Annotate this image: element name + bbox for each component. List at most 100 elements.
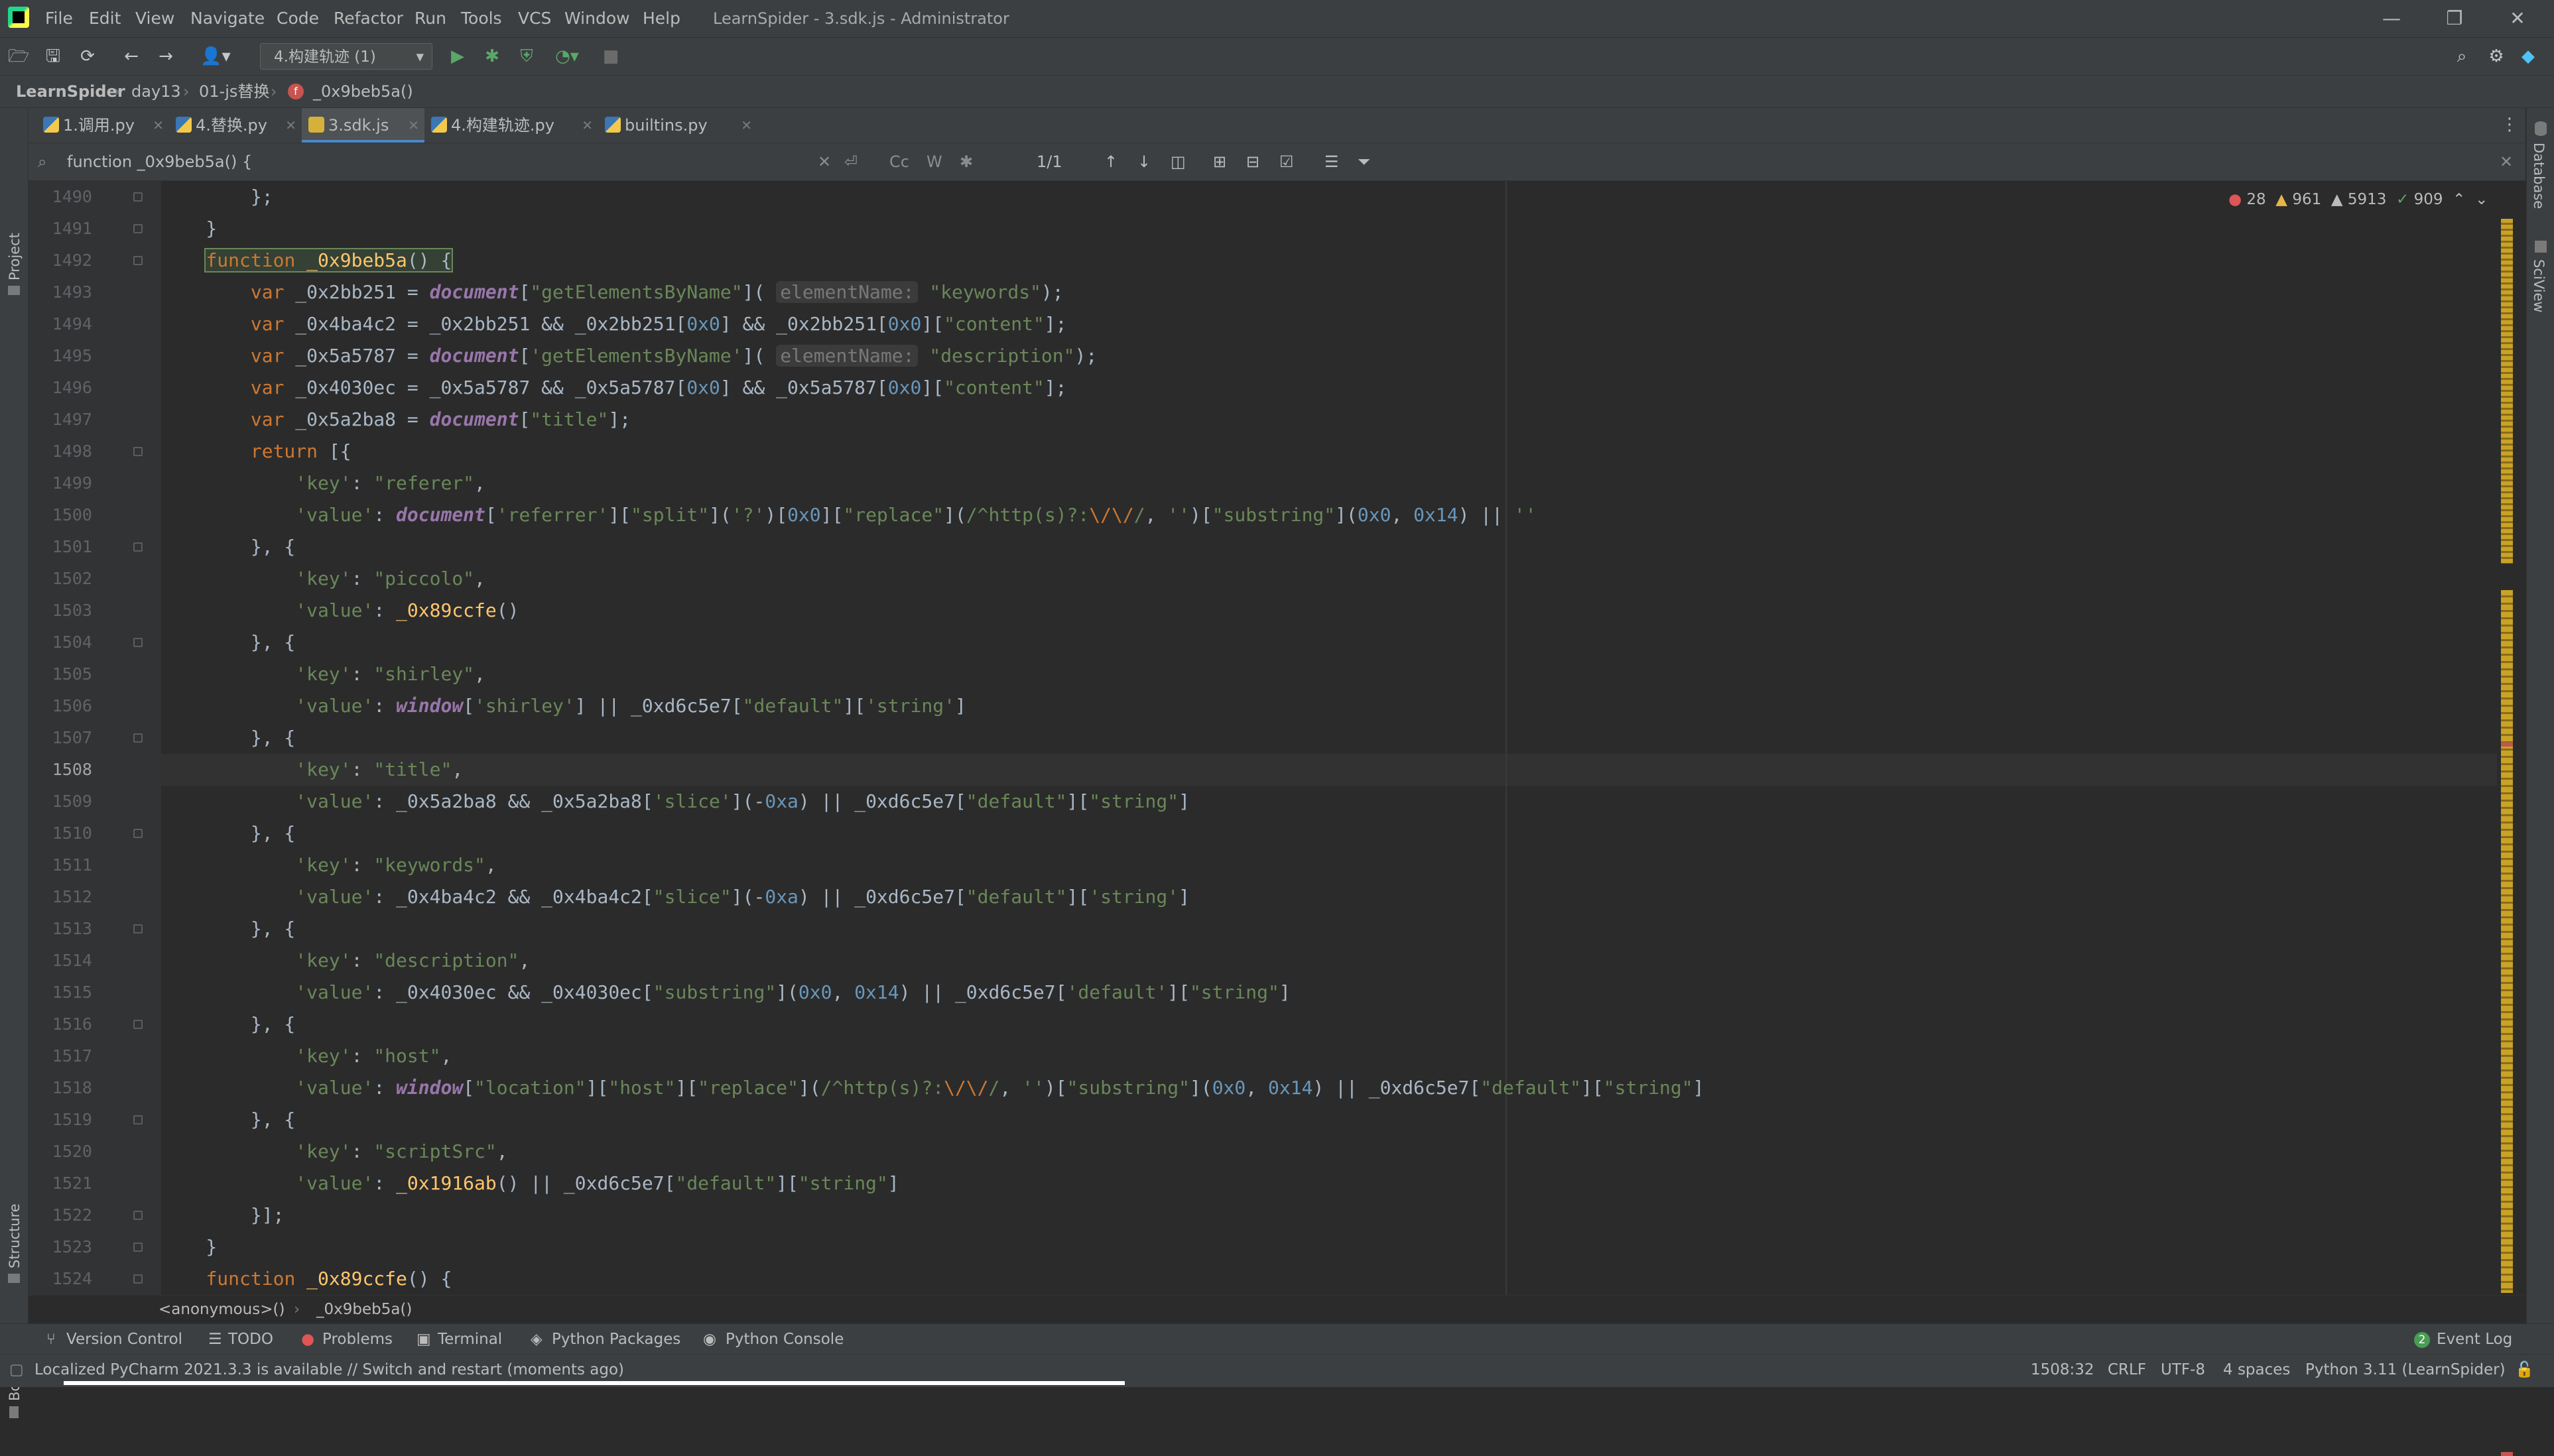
breadcrumb-function[interactable]: _0x9beb5a() [313,76,413,107]
new-line-icon[interactable]: ⏎ [844,151,858,172]
close-tab-icon[interactable]: ✕ [153,108,164,143]
save-all-icon[interactable]: 🖫 [42,46,64,67]
back-icon[interactable]: ← [121,46,142,67]
run-icon[interactable]: ▶ [447,46,468,67]
terminal-button[interactable]: Terminal [438,1324,502,1355]
tab-4-tihuan-py[interactable]: 4.替换.py ✕ [169,108,302,143]
close-button[interactable]: ✕ [2488,0,2547,37]
coverage-icon[interactable]: ⛨ [516,46,537,67]
fold-marker-icon[interactable] [133,1211,143,1220]
fold-marker-icon[interactable] [133,192,143,202]
fold-marker-icon[interactable] [133,256,143,265]
indent-setting[interactable]: 4 spaces [2223,1355,2290,1385]
stop-icon[interactable]: ■ [600,46,621,67]
fold-marker-icon[interactable] [133,447,143,456]
fold-marker-icon[interactable] [133,638,143,647]
forward-icon[interactable]: → [155,46,176,67]
todo-button[interactable]: TODO [228,1324,273,1355]
find-options-icon[interactable]: ☰ [1324,151,1339,172]
close-tab-icon[interactable]: ✕ [408,108,419,143]
code-editor[interactable]: }; } function _0x9beb5a() { var _0x2bb25… [161,181,2497,1295]
structure-tool-button[interactable]: Structure [7,1203,23,1268]
file-encoding[interactable]: UTF-8 [2161,1355,2205,1385]
problems-button[interactable]: Problems [322,1324,393,1355]
line-separator[interactable]: CRLF [2108,1355,2146,1385]
settings-gear-icon[interactable]: ⚙ [2486,46,2507,67]
menu-vcs[interactable]: VCS [518,0,551,37]
fold-marker-icon[interactable] [133,829,143,838]
python-interpreter[interactable]: Python 3.11 (LearnSpider) [2305,1355,2506,1385]
menu-window[interactable]: Window [564,0,630,37]
next-highlight-icon[interactable]: ⌄ [2475,191,2488,208]
tab-actions-menu-icon[interactable]: ⋮ [2501,115,2518,135]
python-packages-button[interactable]: Python Packages [552,1324,680,1355]
crumb-function[interactable]: _0x9beb5a() [316,1296,412,1323]
menu-help[interactable]: Help [643,0,680,37]
previous-occurrence-icon[interactable]: ↑ [1104,151,1117,172]
breadcrumb-folder[interactable]: 01-js替换 [199,76,269,107]
breadcrumb-project[interactable]: LearnSpider [16,76,125,107]
close-find-bar-icon[interactable]: ✕ [2500,151,2513,172]
project-tool-button[interactable]: Project [7,233,23,280]
clear-search-icon[interactable]: ✕ [818,151,831,172]
database-tool-button[interactable]: Database [2531,143,2547,209]
event-log-button[interactable]: Event Log [2437,1324,2512,1355]
fold-marker-icon[interactable] [133,1243,143,1252]
next-occurrence-icon[interactable]: ↓ [1137,151,1151,172]
fold-marker-icon[interactable] [133,1274,143,1284]
error-stripe-scrollbar[interactable] [2497,219,2517,1456]
menu-edit[interactable]: Edit [89,0,121,37]
select-all-occurrences-icon[interactable]: ◫ [1171,151,1186,172]
vcs-user-icon[interactable]: 👤▾ [199,46,232,67]
fold-marker-icon[interactable] [133,542,143,552]
breadcrumb-folder[interactable]: day13 [131,76,181,107]
fold-marker-icon[interactable] [133,1115,143,1124]
inspection-widget[interactable]: ● 28 ▲ 961 ▲ 5913 ✓ 909 ⌃ ⌄ [2228,188,2488,212]
sync-icon[interactable]: ⟳ [77,46,98,67]
menu-file[interactable]: File [45,0,73,37]
remove-occurrence-icon[interactable]: ⊟ [1246,151,1259,172]
select-occurrences-icon[interactable]: ☑ [1279,151,1294,172]
lock-icon[interactable]: 🔓 [2515,1355,2534,1385]
python-console-button[interactable]: Python Console [726,1324,844,1355]
tab-4-goujian-guiji-py[interactable]: 4.构建轨迹.py ✕ [424,108,598,143]
fold-marker-icon[interactable] [133,224,143,233]
match-case-toggle[interactable]: Cc [889,151,909,172]
pycharm-logo-icon[interactable] [8,7,29,28]
add-occurrence-icon[interactable]: ⊞ [1213,151,1226,172]
search-input[interactable]: function _0x9beb5a() { [67,143,252,180]
caret-position[interactable]: 1508:32 [2031,1355,2094,1385]
crumb-anonymous[interactable]: <anonymous>() [159,1296,285,1323]
debug-icon[interactable]: ✱ [481,46,503,67]
run-configuration-select[interactable]: 4.构建轨迹 (1) ▾ [260,43,432,70]
status-toggle-icon[interactable]: ▢ [9,1355,24,1385]
minimize-button[interactable]: — [2362,0,2421,37]
tab-builtins-py[interactable]: builtins.py ✕ [598,108,757,143]
fold-marker-icon[interactable] [133,1020,143,1029]
close-tab-icon[interactable]: ✕ [741,108,752,143]
tab-3-sdk-js[interactable]: 3.sdk.js ✕ [302,108,424,143]
fold-marker-icon[interactable] [133,924,143,934]
menu-refactor[interactable]: Refactor [334,0,403,37]
version-control-icon: ⑂ [46,1331,56,1348]
menu-navigate[interactable]: Navigate [190,0,265,37]
close-tab-icon[interactable]: ✕ [285,108,296,143]
fold-marker-icon[interactable] [133,733,143,743]
whole-words-toggle[interactable]: W [926,151,942,172]
version-control-button[interactable]: Version Control [66,1324,182,1355]
menu-code[interactable]: Code [277,0,319,37]
sciview-tool-button[interactable]: SciView [2531,259,2547,313]
search-everywhere-icon[interactable]: ⌕ [2451,46,2472,67]
previous-highlight-icon[interactable]: ⌃ [2453,191,2465,208]
tab-1-diaoyong-py[interactable]: 1.调用.py ✕ [36,108,169,143]
profile-icon[interactable]: ◔▾ [550,46,584,67]
open-folder-icon[interactable]: 🗁 [8,46,29,67]
menu-tools[interactable]: Tools [461,0,502,37]
restore-button[interactable]: ❐ [2425,0,2484,37]
filter-icon[interactable]: ⏷ [1358,151,1370,172]
menu-view[interactable]: View [135,0,174,37]
menu-run[interactable]: Run [415,0,446,37]
close-tab-icon[interactable]: ✕ [582,108,593,143]
jetbrains-toolbox-icon[interactable]: ◆ [2518,46,2539,67]
regex-toggle[interactable]: ✱ [960,151,973,172]
